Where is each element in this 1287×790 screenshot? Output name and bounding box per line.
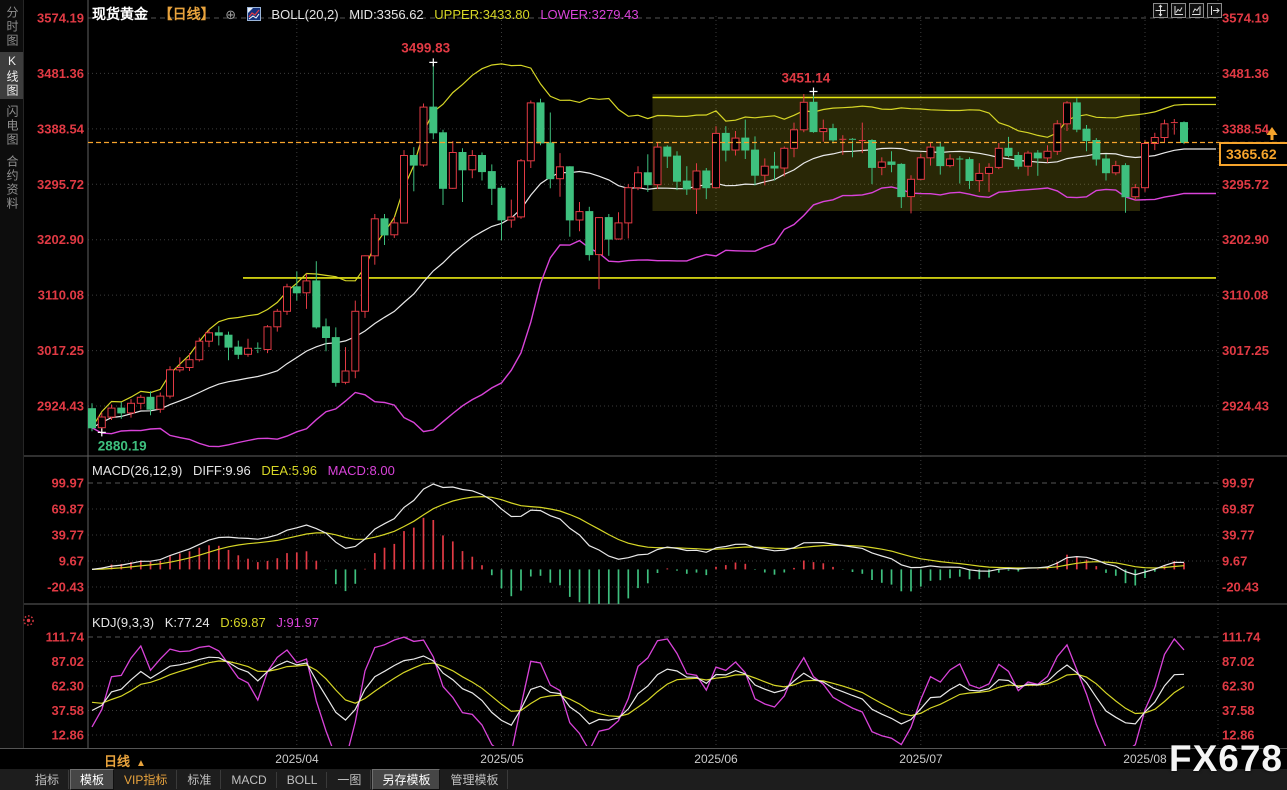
axis-tick-label: 9.67 <box>1222 554 1247 569</box>
macd-indicator-label: MACD(26,12,9) <box>92 463 182 478</box>
date-axis-label: 2025/04 <box>275 752 318 766</box>
axis-tick-label: 3017.25 <box>37 343 84 358</box>
axis-tick-label: 87.02 <box>51 654 84 669</box>
axis-tick-label: 12.86 <box>51 728 84 743</box>
axis-tick-label: 3110.08 <box>1222 288 1268 303</box>
toolbar-button-5[interactable]: BOLL <box>278 772 328 788</box>
price-annotation: 2880.19 <box>98 438 147 453</box>
axis-tick-label: 3202.90 <box>37 232 84 247</box>
axis-tick-label: 3574.19 <box>37 11 84 26</box>
current-price-box: 3365.62 <box>1219 142 1287 166</box>
kdj-j-value: J:91.97 <box>276 615 319 630</box>
macd-diff-value: DIFF:9.96 <box>193 463 251 478</box>
axis-tick-label: 111.74 <box>1222 630 1261 645</box>
kdj-indicator-label: KDJ(9,3,3) <box>92 615 154 630</box>
toolbar-button-8[interactable]: 管理模板 <box>441 770 508 789</box>
kdj-k-value: K:77.24 <box>165 615 210 630</box>
axis-tick-label: 3295.72 <box>1222 177 1269 192</box>
axis-tick-label: 3481.36 <box>37 66 84 81</box>
axis-tick-label: 69.87 <box>51 502 84 517</box>
axis-tick-label: 62.30 <box>51 679 84 694</box>
toolbar-button-4[interactable]: MACD <box>222 772 276 788</box>
price-chart-svg: 3574.19 3574.19 3481.36 3481.36 3388.54 3388.… <box>0 0 1287 748</box>
axis-tick-label: 111.74 <box>46 630 85 645</box>
date-axis-label: 2025/05 <box>480 752 523 766</box>
axis-tick-label: 3388.54 <box>1222 121 1270 136</box>
window-icon-bar <box>1153 3 1222 18</box>
axis-tick-label: 9.67 <box>59 554 84 569</box>
main-chart-header: 现货黄金 【日线】 ⊕ BOLL(20,2) MID:3356.62 UPPER… <box>92 4 646 24</box>
axis-tick-label: 3574.19 <box>1222 11 1269 26</box>
price-annotation: 3499.83 <box>401 40 450 55</box>
axis-tick-label: 3202.90 <box>1222 232 1269 247</box>
axis-tick-label: -20.43 <box>47 580 84 595</box>
axis-tick-label: 3017.25 <box>1222 343 1269 358</box>
boll-lower-value: LOWER:3279.43 <box>540 7 638 22</box>
axis-tick-label: 39.77 <box>51 528 84 543</box>
trading-app: 3574.19 3574.19 3481.36 3481.36 3388.54 3388.… <box>0 0 1287 790</box>
axis-tick-label: 99.97 <box>51 476 84 491</box>
axis-left-icon[interactable] <box>1171 3 1186 18</box>
sidebar-tab-0[interactable]: 分时图 <box>0 6 23 48</box>
axis-tick-label: 39.77 <box>1222 528 1255 543</box>
axis-tick-label: 62.30 <box>1222 679 1255 694</box>
crosshair-icon[interactable] <box>1153 3 1168 18</box>
bottom-toolbar: 指标模板VIP指标标准MACDBOLL一图另存模板管理模板 <box>0 769 1287 790</box>
axis-tick-label: 37.58 <box>1222 703 1255 718</box>
date-axis-label: 2025/07 <box>899 752 942 766</box>
period-selector[interactable]: 日线▲ <box>104 751 146 770</box>
shift-right-icon[interactable] <box>1207 3 1222 18</box>
extreme-marker <box>429 58 437 66</box>
axis-tick-label: -20.43 <box>1222 580 1259 595</box>
date-axis-label: 2025/08 <box>1123 752 1166 766</box>
toolbar-button-1[interactable]: 模板 <box>70 769 114 790</box>
axis-tick-label: 69.87 <box>1222 502 1255 517</box>
extreme-marker <box>98 428 106 436</box>
kdj-d-value: D:69.87 <box>220 615 266 630</box>
macd-dea-value: DEA:5.96 <box>261 463 317 478</box>
axis-tick-label: 3388.54 <box>37 121 85 136</box>
axis-tick-label: 87.02 <box>1222 654 1255 669</box>
macd-value: MACD:8.00 <box>328 463 395 478</box>
axis-tick-label: 99.97 <box>1222 476 1255 491</box>
toolbar-button-6[interactable]: 一图 <box>328 770 371 789</box>
price-annotation: 3451.14 <box>782 71 831 86</box>
sidebar-tab-1[interactable]: K线图 <box>0 52 23 99</box>
axis-tick-label: 2924.43 <box>1222 399 1269 414</box>
period-label: 【日线】 <box>159 6 215 22</box>
sidebar-tab-2[interactable]: 闪电图 <box>0 102 23 149</box>
toolbar-button-7[interactable]: 另存模板 <box>372 769 440 790</box>
left-sidebar: 分时图 K线图闪电图合约资料 <box>0 0 24 748</box>
axis-right-icon[interactable] <box>1189 3 1204 18</box>
sidebar-tab-3[interactable]: 合约资料 <box>0 152 23 214</box>
period-arrow-icon: ▲ <box>136 758 146 769</box>
kdj-settings-icon[interactable] <box>22 614 35 632</box>
symbol-name: 现货黄金 <box>92 6 148 22</box>
axis-tick-label: 37.58 <box>51 703 84 718</box>
boll-mid-value: MID:3356.62 <box>349 7 423 22</box>
collapse-icon[interactable]: ⊕ <box>225 7 236 22</box>
toolbar-button-2[interactable]: VIP指标 <box>115 770 177 789</box>
axis-tick-label: 3481.36 <box>1222 66 1269 81</box>
toolbar-button-3[interactable]: 标准 <box>178 770 221 789</box>
chart-logo-icon <box>247 7 261 24</box>
watermark-logo: FX678 <box>1169 738 1283 780</box>
axis-tick-label: 3110.08 <box>38 288 84 303</box>
kdj-panel-header: KDJ(9,3,3) K:77.24 D:69.87 J:91.97 <box>92 615 326 630</box>
axis-tick-label: 2924.43 <box>37 399 84 414</box>
boll-indicator-label: BOLL(20,2) <box>271 7 338 22</box>
chart-area[interactable]: 3574.19 3574.19 3481.36 3481.36 3388.54 3388.… <box>0 0 1287 748</box>
macd-panel-header: MACD(26,12,9) DIFF:9.96 DEA:5.96 MACD:8.… <box>92 463 402 478</box>
toolbar-button-0[interactable]: 指标 <box>26 770 69 789</box>
axis-tick-label: 3295.72 <box>37 177 84 192</box>
date-axis-row: 日线▲ 2025/04 2025/05 2025/06 2025/07 2025/08 <box>0 748 1287 770</box>
date-axis-label: 2025/06 <box>694 752 737 766</box>
boll-upper-value: UPPER:3433.80 <box>434 7 529 22</box>
